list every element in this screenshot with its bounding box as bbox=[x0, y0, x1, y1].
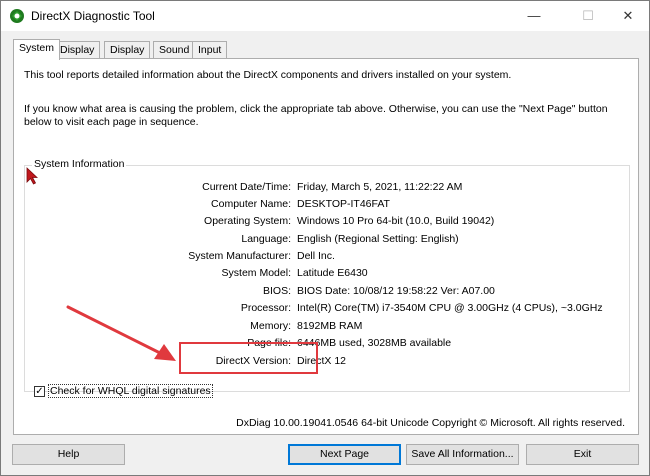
info-value: Windows 10 Pro 64-bit (10.0, Build 19042… bbox=[297, 215, 495, 227]
info-value: 6446MB used, 3028MB available bbox=[297, 337, 452, 349]
info-label: Memory: bbox=[250, 320, 291, 332]
red-arrow-icon bbox=[66, 305, 176, 361]
tab-display-1[interactable]: Display 1 bbox=[54, 41, 101, 73]
minimize-button[interactable]: — bbox=[511, 1, 557, 31]
info-label: Language: bbox=[241, 233, 291, 245]
info-value: DESKTOP-IT46FAT bbox=[297, 198, 390, 210]
help-button[interactable]: Help bbox=[12, 444, 125, 465]
info-value: BIOS Date: 10/08/12 19:58:22 Ver: A07.00 bbox=[297, 285, 495, 297]
next-page-button[interactable]: Next Page bbox=[288, 444, 401, 465]
tab-display-2[interactable]: Display 2 bbox=[104, 41, 151, 73]
directx-version-highlight bbox=[179, 342, 318, 374]
info-value: Dell Inc. bbox=[297, 250, 335, 262]
window-title: DirectX Diagnostic Tool bbox=[31, 9, 155, 23]
info-value: Latitude E6430 bbox=[297, 267, 368, 279]
tab-system[interactable]: System bbox=[13, 39, 61, 60]
info-label: System Model: bbox=[221, 267, 291, 279]
info-value: Intel(R) Core(TM) i7-3540M CPU @ 3.00GHz… bbox=[297, 302, 603, 314]
intro-text: This tool reports detailed information a… bbox=[24, 69, 512, 81]
whql-checkbox[interactable]: ✓ bbox=[34, 386, 45, 397]
system-tab-panel: This tool reports detailed information a… bbox=[13, 58, 639, 435]
info-row-os: Operating System: Windows 10 Pro 64-bit … bbox=[54, 215, 614, 229]
info-label: Computer Name: bbox=[211, 198, 291, 210]
info-label: System Manufacturer: bbox=[188, 250, 291, 262]
info-row-language: Language: English (Regional Setting: Eng… bbox=[54, 233, 614, 247]
group-title: System Information bbox=[32, 158, 127, 170]
info-label: Operating System: bbox=[204, 215, 291, 227]
version-copyright-text: DxDiag 10.00.19041.0546 64-bit Unicode C… bbox=[236, 417, 625, 429]
whql-label[interactable]: Check for WHQL digital signatures bbox=[48, 384, 213, 398]
info-row-computer-name: Computer Name: DESKTOP-IT46FAT bbox=[54, 198, 614, 212]
title-bar[interactable]: DirectX Diagnostic Tool — ☐ ✕ bbox=[1, 1, 649, 31]
instructions-text: If you know what area is causing the pro… bbox=[24, 103, 608, 128]
info-value: 8192MB RAM bbox=[297, 320, 363, 332]
close-button[interactable]: ✕ bbox=[605, 1, 650, 31]
info-label: Current Date/Time: bbox=[202, 181, 291, 193]
dxdiag-window: DirectX Diagnostic Tool — ☐ ✕ System Dis… bbox=[0, 0, 650, 476]
info-row-manufacturer: System Manufacturer: Dell Inc. bbox=[54, 250, 614, 264]
save-all-information-button[interactable]: Save All Information... bbox=[406, 444, 519, 465]
tab-input[interactable]: Input bbox=[192, 41, 228, 59]
info-row-model: System Model: Latitude E6430 bbox=[54, 267, 614, 281]
info-row-datetime: Current Date/Time: Friday, March 5, 2021… bbox=[54, 181, 614, 195]
info-row-bios: BIOS: BIOS Date: 10/08/12 19:58:22 Ver: … bbox=[54, 285, 614, 299]
exit-button[interactable]: Exit bbox=[526, 444, 639, 465]
info-value: English (Regional Setting: English) bbox=[297, 233, 459, 245]
directx-app-icon bbox=[10, 9, 24, 23]
info-value: Friday, March 5, 2021, 11:22:22 AM bbox=[297, 181, 463, 193]
tab-sound[interactable]: Sound bbox=[153, 41, 196, 59]
info-label: Processor: bbox=[240, 302, 291, 314]
info-label: BIOS: bbox=[262, 285, 291, 297]
red-cursor-icon bbox=[26, 167, 39, 185]
